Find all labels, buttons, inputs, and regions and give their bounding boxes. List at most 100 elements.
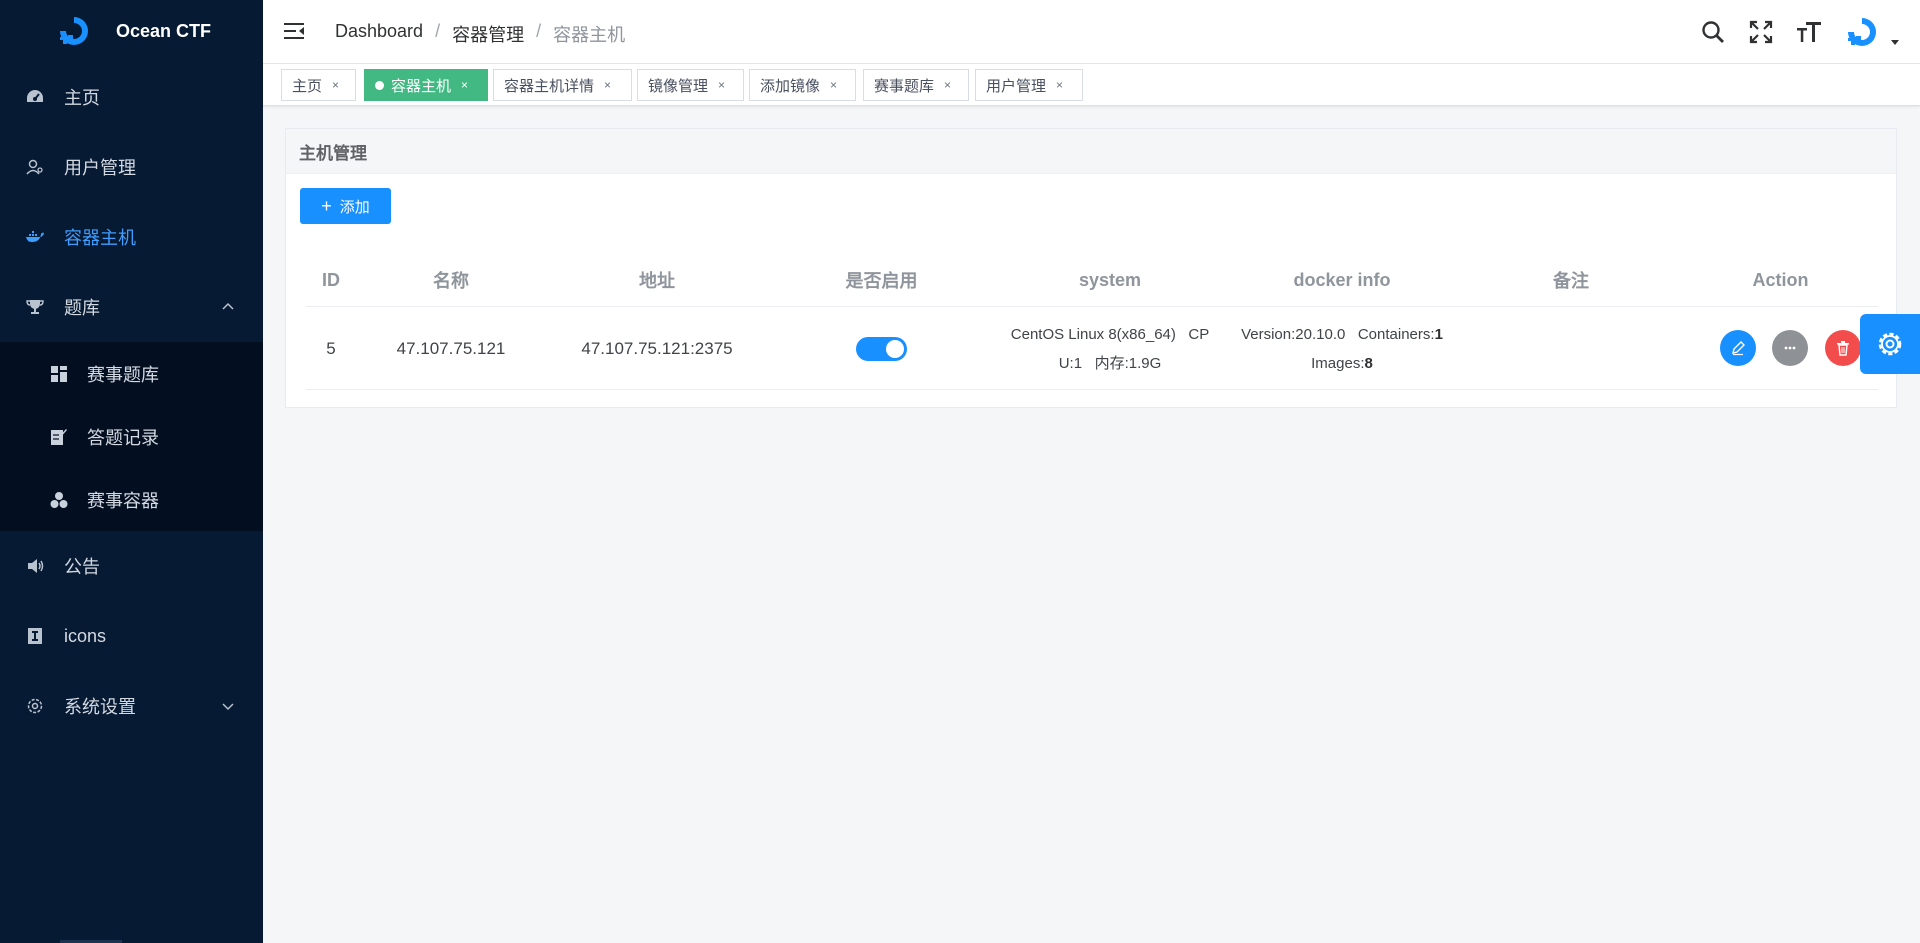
edit-button[interactable] [1720, 330, 1756, 366]
cell-id: 5 [326, 338, 336, 358]
pencil-icon [1732, 341, 1745, 356]
navbar-right [1678, 14, 1900, 50]
sidebar-item-event-questions[interactable]: 赛事题库 [0, 342, 263, 405]
app-name: Ocean CTF [116, 20, 212, 41]
close-icon[interactable]: × [718, 78, 725, 92]
breadcrumb-separator: / [435, 21, 441, 41]
plus-icon: + [321, 196, 332, 216]
sidebar-item-label: 答题记录 [87, 427, 159, 448]
sidebar: Ocean CTF 主页 用户管理 容器主机 题库 赛事题库 答题记录 赛事容器… [0, 0, 263, 943]
tag-home[interactable]: 主页 × [281, 69, 356, 101]
host-table: ID 名称 地址 是否启用 system docker info 备注 Acti… [306, 253, 1878, 390]
tag-label: 赛事题库 [874, 77, 935, 95]
navbar: Dashboard / 容器管理 / 容器主机 [263, 0, 1920, 64]
gear-icon [1878, 332, 1902, 356]
search-icon[interactable] [1700, 19, 1726, 45]
cell-actions [1683, 307, 1878, 390]
tag-container-host[interactable]: 容器主机 × [364, 69, 488, 101]
table-row: 5 47.107.75.121 47.107.75.121:2375 CentO… [306, 307, 1878, 390]
sidebar-item-label: 用户管理 [64, 158, 136, 178]
dashboard-icon [24, 86, 46, 108]
close-icon[interactable]: × [461, 78, 468, 92]
host-management-card: 主机管理 + 添加 ID 名称 地址 是否启用 system docker in… [285, 128, 1897, 408]
cell-name: 47.107.75.121 [396, 338, 506, 358]
active-dot-icon [375, 80, 384, 90]
sidebar-item-label: 赛事题库 [87, 364, 159, 385]
avatar[interactable] [1844, 14, 1880, 50]
docker-icon [24, 226, 46, 248]
sidebar-item-home[interactable]: 主页 [0, 62, 263, 132]
sidebar-item-label: 系统设置 [64, 697, 136, 717]
sidebar-item-question-bank[interactable]: 题库 [0, 272, 263, 342]
docker-info-line-1: Version:20.10.0 Containers:1 [1241, 320, 1443, 349]
docker-containers-label: Containers: [1357, 325, 1435, 343]
column-header-name[interactable]: 名称 [356, 253, 546, 307]
cell-system: CentOS Linux 8(x86_64) CP U:1 内存:1.9G [995, 307, 1225, 390]
tag-label: 镜像管理 [648, 77, 709, 95]
column-header-id[interactable]: ID [306, 253, 356, 307]
tags-view: 主页 × 容器主机 × 容器主机详情 × 镜像管理 × 添加镜像 × 赛事题库 … [263, 64, 1920, 106]
column-header-system[interactable]: system [995, 253, 1225, 307]
close-icon[interactable]: × [604, 78, 611, 92]
switch-knob [886, 339, 904, 358]
column-header-action[interactable]: Action [1683, 253, 1878, 307]
chevron-up-icon [222, 302, 234, 310]
tag-event-questions[interactable]: 赛事题库 × [863, 69, 969, 101]
breadcrumb-container-management[interactable]: 容器管理 [452, 21, 524, 47]
sidebar-item-answer-records[interactable]: 答题记录 [0, 405, 263, 468]
delete-button[interactable] [1825, 330, 1861, 366]
close-icon[interactable]: × [830, 78, 837, 92]
trash-icon [1837, 341, 1849, 356]
docker-images-label: Images: [1311, 354, 1365, 372]
fullscreen-icon[interactable] [1748, 19, 1774, 45]
text-size-icon[interactable] [1796, 19, 1822, 45]
breadcrumb-separator: / [536, 21, 542, 41]
docker-info-line-2: Images:8 [1311, 349, 1373, 378]
sidebar-item-label: 主页 [64, 88, 100, 108]
close-icon[interactable]: × [944, 78, 951, 92]
breadcrumb-current: 容器主机 [553, 25, 626, 45]
tag-label: 用户管理 [986, 77, 1047, 95]
cell-remark [1459, 307, 1683, 390]
tag-add-image[interactable]: 添加镜像 × [749, 69, 856, 101]
trophy-icon [24, 296, 46, 318]
column-header-enabled[interactable]: 是否启用 [768, 253, 995, 307]
sidebar-item-settings[interactable]: 系统设置 [0, 671, 263, 741]
more-button[interactable] [1772, 330, 1808, 366]
column-header-docker-info[interactable]: docker info [1225, 253, 1459, 307]
column-header-address[interactable]: 地址 [546, 253, 768, 307]
cubes-icon [48, 489, 70, 511]
cell-address: 47.107.75.121:2375 [581, 338, 733, 358]
user-icon [24, 156, 46, 178]
sidebar-item-label: 容器主机 [64, 228, 136, 248]
sidebar-item-icons[interactable]: icons [0, 601, 263, 671]
caret-down-icon[interactable] [1890, 37, 1900, 47]
chevron-down-icon [222, 703, 234, 711]
breadcrumb: Dashboard / 容器管理 / 容器主机 [335, 21, 625, 47]
sidebar-item-container-host[interactable]: 容器主机 [0, 202, 263, 272]
sidebar-item-event-containers[interactable]: 赛事容器 [0, 468, 263, 531]
submenu-question-bank: 赛事题库 答题记录 赛事容器 [0, 342, 263, 531]
settings-drawer-toggle[interactable] [1860, 314, 1920, 374]
enabled-switch[interactable] [856, 336, 907, 361]
sidebar-item-label: 题库 [64, 298, 100, 318]
docker-containers: 1 [1434, 325, 1443, 343]
column-header-remark[interactable]: 备注 [1459, 253, 1683, 307]
sidebar-item-announcement[interactable]: 公告 [0, 531, 263, 601]
card-title: 主机管理 [286, 129, 1896, 174]
table-header: ID 名称 地址 是否启用 system docker info 备注 Acti… [306, 253, 1878, 307]
tag-container-host-detail[interactable]: 容器主机详情 × [493, 69, 632, 101]
system-line-1: CentOS Linux 8(x86_64) CP [1010, 325, 1210, 343]
add-button[interactable]: + 添加 [300, 188, 391, 224]
breadcrumb-dashboard[interactable]: Dashboard [335, 21, 423, 47]
sidebar-item-label: 公告 [64, 557, 100, 577]
logo[interactable]: Ocean CTF [0, 0, 263, 62]
docker-version: 20.10.0 [1295, 325, 1346, 343]
close-icon[interactable]: × [1056, 78, 1063, 92]
hamburger-icon[interactable] [283, 20, 305, 42]
tag-image-management[interactable]: 镜像管理 × [637, 69, 744, 101]
edit-doc-icon [48, 426, 70, 448]
sidebar-item-users[interactable]: 用户管理 [0, 132, 263, 202]
close-icon[interactable]: × [332, 78, 339, 92]
tag-user-management[interactable]: 用户管理 × [975, 69, 1083, 101]
